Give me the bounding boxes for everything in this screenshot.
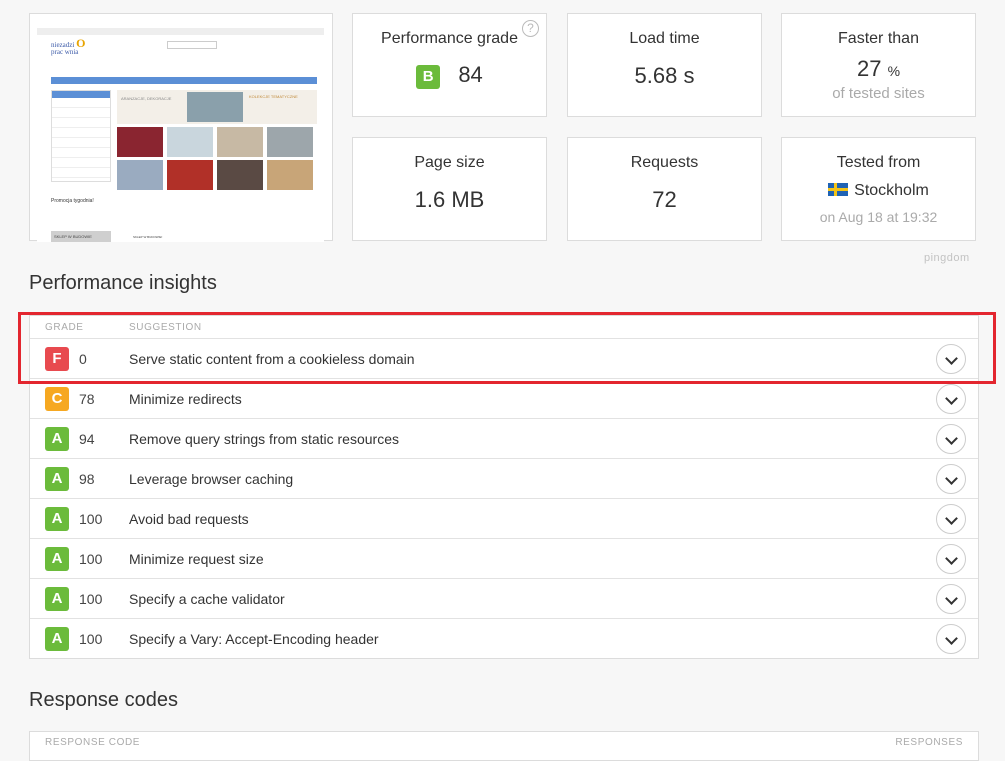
insight-suggestion: Specify a Vary: Accept-Encoding header <box>129 631 379 647</box>
load-time-card: Load time 5.68 s <box>567 13 762 117</box>
insight-score: 100 <box>79 511 103 527</box>
website-screenshot-card: niezadzi O prac wnia ARANZACJE, DEKORACJ… <box>29 13 333 242</box>
load-time-label: Load time <box>629 30 700 47</box>
thumb-bottom-image: SKLEP W BUDOWIE <box>51 231 111 242</box>
grade-column-header: GRADE <box>45 322 84 333</box>
thumb-bottom-label: SKLEP W BUDOWIE <box>54 234 92 239</box>
grade-badge: C <box>45 387 69 411</box>
requests-card: Requests 72 <box>567 137 762 241</box>
thumb-banner-text2: KOLEKCJE TEMATYCZNE <box>249 94 298 99</box>
faster-than-sub: of tested sites <box>832 85 925 102</box>
faster-than-value-row: 27 % <box>782 56 975 82</box>
insight-row[interactable]: A 94 Remove query strings from static reso… <box>30 418 978 458</box>
performance-grade-score: 84 <box>458 62 483 87</box>
expand-chevron-icon[interactable] <box>936 384 966 414</box>
thumb-product-grid <box>117 127 317 191</box>
insight-row[interactable]: C 78 Minimize redirects <box>30 378 978 418</box>
expand-chevron-icon[interactable] <box>936 424 966 454</box>
insight-row[interactable]: A 100 Specify a cache validator <box>30 578 978 618</box>
insight-suggestion: Remove query strings from static resourc… <box>129 431 399 447</box>
grade-badge: F <box>45 347 69 371</box>
grade-badge: A <box>45 627 69 651</box>
performance-insights-title: Performance insights <box>29 272 217 294</box>
grade-badge: A <box>45 467 69 491</box>
grade-badge: A <box>45 507 69 531</box>
response-codes-table: RESPONSE CODE RESPONSES <box>29 731 979 761</box>
expand-chevron-icon[interactable] <box>936 624 966 654</box>
thumb-logo-line3: wnia <box>64 48 79 56</box>
insights-table-header: GRADE SUGGESTION <box>30 316 978 338</box>
thumb-banner-image <box>187 92 243 122</box>
load-time-value: 5.68 s <box>634 63 695 88</box>
page-size-card: Page size 1.6 MB <box>352 137 547 241</box>
tested-from-location-row: Stockholm <box>782 182 975 200</box>
page-size-value: 1.6 MB <box>414 187 485 212</box>
thumb-logo-line2: prac <box>51 48 64 56</box>
insight-score: 100 <box>79 551 103 567</box>
performance-grade-card: ? Performance grade B 84 <box>352 13 547 117</box>
response-codes-title: Response codes <box>29 689 178 711</box>
thumb-search-box <box>167 41 217 49</box>
insight-row[interactable]: A 98 Leverage browser caching <box>30 458 978 498</box>
expand-chevron-icon[interactable] <box>936 504 966 534</box>
expand-chevron-icon[interactable] <box>936 584 966 614</box>
expand-chevron-icon[interactable] <box>936 464 966 494</box>
page-size-label: Page size <box>414 154 485 171</box>
insight-score: 78 <box>79 391 95 407</box>
website-screenshot-thumbnail: niezadzi O prac wnia ARANZACJE, DEKORACJ… <box>37 28 324 242</box>
thumb-sidebar <box>51 90 111 182</box>
performance-grade-label: Performance grade <box>381 30 518 47</box>
insight-row[interactable]: A 100 Minimize request size <box>30 538 978 578</box>
tested-from-location: Stockholm <box>854 182 929 199</box>
thumb-banner-text: ARANZACJE, DEKORACJE <box>121 96 172 101</box>
insight-suggestion: Minimize request size <box>129 551 264 567</box>
thumb-logo: niezadzi O prac wnia <box>51 36 86 56</box>
insight-row[interactable]: A 100 Specify a Vary: Accept-Encoding head… <box>30 618 978 658</box>
insight-score: 94 <box>79 431 95 447</box>
faster-than-value: 27 <box>856 56 882 81</box>
insight-score: 98 <box>79 471 95 487</box>
insight-score: 100 <box>79 591 103 607</box>
insight-row[interactable]: F 0 Serve static content from a cookieless… <box>30 338 978 378</box>
thumb-topbar <box>37 28 324 35</box>
insight-score: 100 <box>79 631 103 647</box>
grade-badge: A <box>45 427 69 451</box>
thumb-bottom-label2: SKLEP W BUDOWIE! <box>133 235 163 239</box>
sweden-flag-icon <box>828 183 849 196</box>
tested-from-card: Tested from Stockholm on Aug 18 at 19:32 <box>781 137 976 241</box>
pingdom-logo: pingdom <box>924 252 970 264</box>
performance-grade-value-row: B 84 <box>353 61 546 89</box>
insight-row[interactable]: A 100 Avoid bad requests <box>30 498 978 538</box>
thumb-banner: ARANZACJE, DEKORACJE KOLEKCJE TEMATYCZNE <box>117 90 317 124</box>
insights-table: GRADE SUGGESTION F 0 Serve static content … <box>29 315 979 659</box>
faster-than-card: Faster than 27 % of tested sites <box>781 13 976 117</box>
faster-than-unit: % <box>887 63 901 79</box>
faster-than-label: Faster than <box>838 30 919 47</box>
expand-chevron-icon[interactable] <box>936 544 966 574</box>
grade-badge: A <box>45 587 69 611</box>
insight-suggestion: Leverage browser caching <box>129 471 294 487</box>
requests-label: Requests <box>630 154 699 171</box>
requests-value: 72 <box>652 187 677 212</box>
tested-from-sub: on Aug 18 at 19:32 <box>819 209 938 225</box>
grade-badge: A <box>45 547 69 571</box>
insight-score: 0 <box>79 351 87 367</box>
thumb-nav-bar <box>51 77 317 84</box>
expand-chevron-icon[interactable] <box>936 344 966 374</box>
insight-suggestion: Avoid bad requests <box>129 511 249 527</box>
insight-suggestion: Serve static content from a cookieless d… <box>129 351 415 367</box>
tested-from-label: Tested from <box>836 154 921 171</box>
insight-suggestion: Minimize redirects <box>129 391 242 407</box>
thumb-promo-label: Promocja tygodnia! <box>51 198 94 204</box>
suggestion-column-header: SUGGESTION <box>129 322 202 333</box>
insight-suggestion: Specify a cache validator <box>129 591 285 607</box>
grade-badge: B <box>416 65 441 89</box>
